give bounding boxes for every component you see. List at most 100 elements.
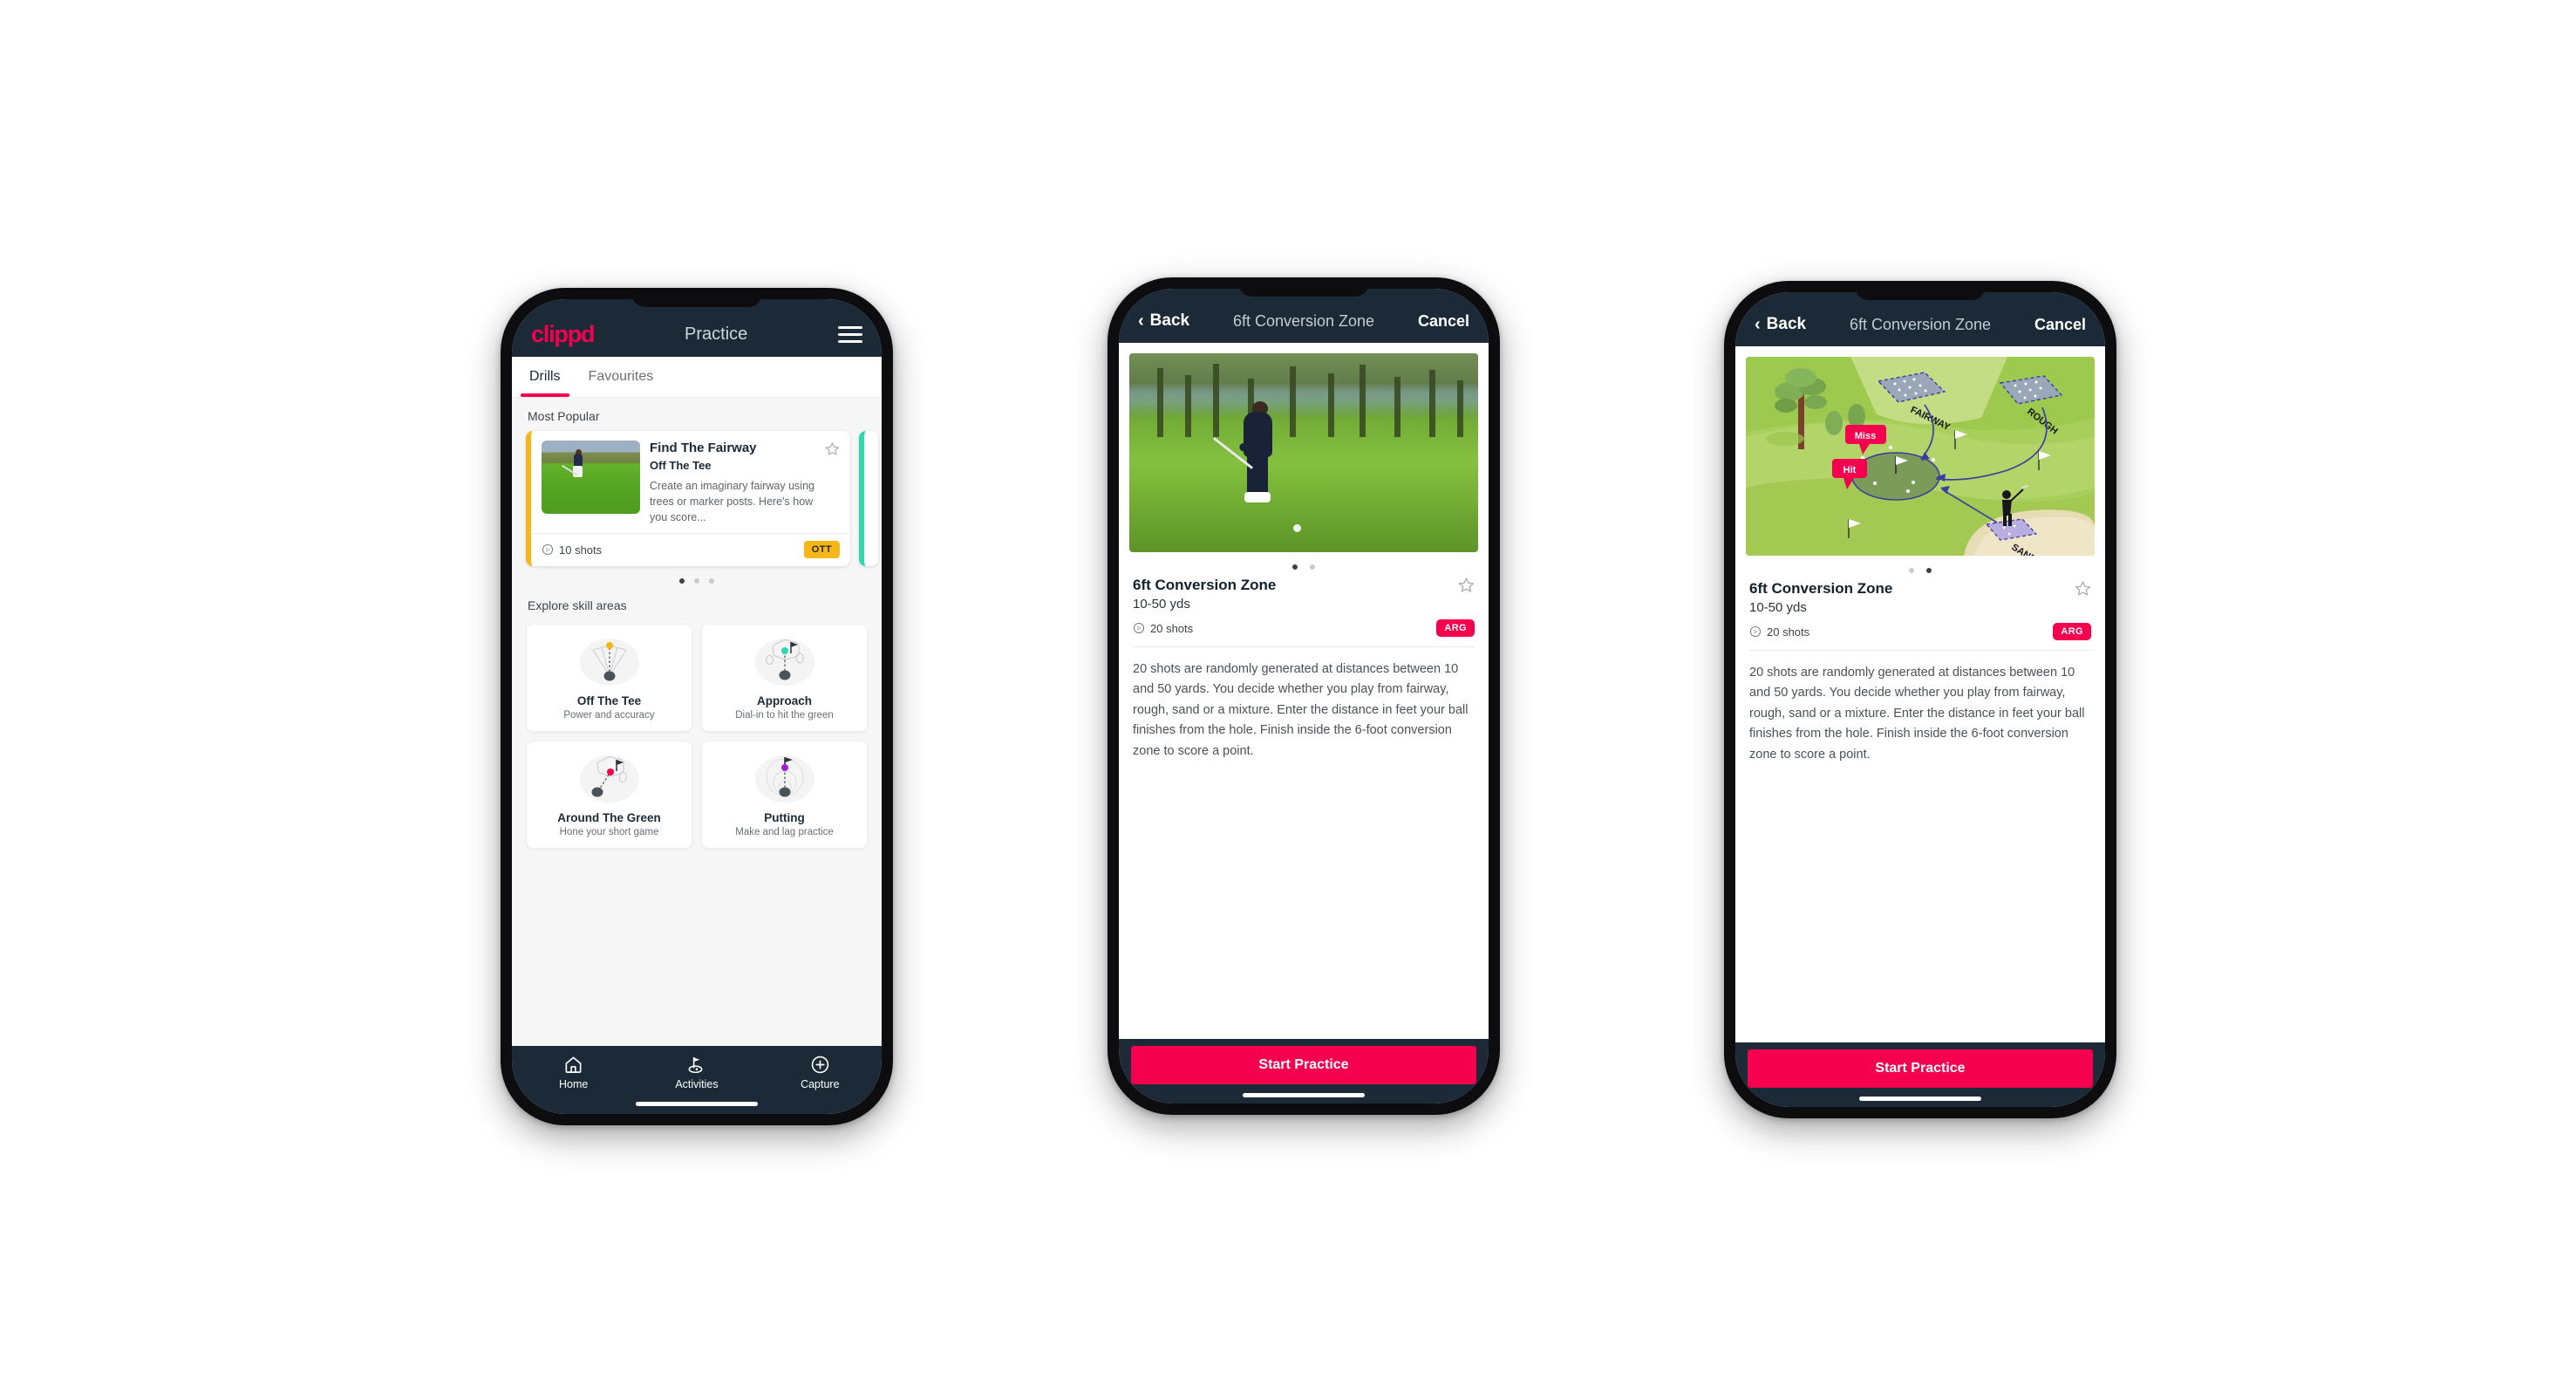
shots-count: 20 shots: [1749, 625, 1809, 639]
tab-home[interactable]: Home: [537, 1055, 610, 1090]
carousel-dots: [512, 566, 882, 587]
hamburger-icon[interactable]: [838, 325, 862, 343]
skill-badge-ott: OTT: [803, 541, 840, 559]
tab-label: Capture: [801, 1078, 840, 1090]
tab-label: Activities: [675, 1078, 719, 1090]
skill-desc: Power and accuracy: [563, 710, 655, 721]
back-label: Back: [1766, 315, 1807, 333]
drill-card[interactable]: Find The Fairway Off The Tee Create an i…: [526, 431, 850, 567]
shots-label: 20 shots: [1767, 625, 1810, 639]
detail-nav-bar: ‹ Back 6ft Conversion Zone Cancel: [1119, 289, 1489, 343]
back-button[interactable]: ‹ Back: [1138, 311, 1189, 331]
media-dot-1[interactable]: [1909, 568, 1914, 573]
golf-ball-icon: [1749, 625, 1762, 638]
skill-card-around-the-green[interactable]: Around The Green Hone your short game: [526, 741, 692, 850]
drill-title-row: 6ft Conversion Zone 10-50 yds: [1133, 577, 1475, 612]
detail-title: 6ft Conversion Zone: [1849, 315, 1992, 333]
star-outline-icon[interactable]: [1458, 577, 1475, 593]
drill-title-row: 6ft Conversion Zone 10-50 yds: [1749, 580, 2091, 615]
shots-label: 10 shots: [559, 543, 603, 557]
chip-around-green-icon: [534, 752, 685, 806]
svg-text:Hit: Hit: [1843, 465, 1857, 475]
shots-count: 20 shots: [1133, 622, 1193, 635]
drill-description: 20 shots are randomly generated at dista…: [1133, 662, 1469, 758]
golf-flag-icon: [689, 1056, 703, 1074]
star-outline-icon[interactable]: [825, 441, 840, 525]
media-carousel-dots: [1735, 556, 2105, 575]
app-header: clippd Practice: [512, 299, 882, 357]
detail-content: 6ft Conversion Zone 10-50 yds 20 shots A…: [1119, 343, 1489, 1039]
skill-card-putting[interactable]: Putting Make and lag practice: [701, 741, 868, 850]
drill-card-footer: 10 shots OTT: [531, 533, 850, 566]
most-popular-label: Most Popular: [528, 409, 600, 423]
phone-mockup-drill-detail-illustration: ‹ Back 6ft Conversion Zone Cancel FAIRWA…: [1724, 281, 2116, 1118]
plus-circle-icon: [811, 1056, 829, 1074]
media-dot-2[interactable]: [1310, 564, 1315, 570]
golfer-figure-icon: [561, 449, 585, 483]
drill-title: 6ft Conversion Zone: [1133, 577, 1277, 593]
drill-card-text: Find The Fairway Off The Tee Create an i…: [650, 441, 815, 525]
bottom-tab-bar: Home Activities Capture: [512, 1046, 882, 1114]
skill-desc: Dial-in to hit the green: [735, 710, 834, 721]
skill-name: Putting: [764, 811, 805, 825]
skill-badge-arg: ARG: [1436, 619, 1475, 637]
back-button[interactable]: ‹ Back: [1755, 315, 1806, 334]
skill-desc: Hone your short game: [559, 827, 659, 838]
explore-skill-areas-label: Explore skill areas: [528, 598, 627, 613]
practice-content: Most Popular Find The Fairway Off The Te…: [512, 398, 882, 1046]
tee-dispersion-icon: [534, 635, 685, 689]
carousel-dot-2[interactable]: [694, 578, 699, 584]
start-practice-button[interactable]: Start Practice: [1131, 1046, 1476, 1084]
drill-title: Find The Fairway: [650, 441, 757, 455]
screen-drill-detail-photo: ‹ Back 6ft Conversion Zone Cancel 6ft Co…: [1119, 289, 1489, 1103]
cancel-button[interactable]: Cancel: [2034, 316, 2086, 334]
chevron-left-icon: ‹: [1755, 315, 1761, 334]
cta-footer: Start Practice: [1119, 1039, 1489, 1103]
shots-label: 20 shots: [1150, 621, 1194, 635]
tree-line: [1129, 353, 1478, 437]
tab-activities[interactable]: Activities: [660, 1055, 733, 1090]
phone-mockup-drill-detail-photo: ‹ Back 6ft Conversion Zone Cancel 6ft Co…: [1107, 277, 1500, 1115]
golf-ball: [1293, 524, 1301, 533]
tab-favourites[interactable]: Favourites: [575, 357, 668, 397]
skill-card-approach[interactable]: Approach Dial-in to hit the green: [701, 624, 868, 733]
drill-stats-row: 20 shots ARG: [1133, 619, 1475, 637]
cancel-button[interactable]: Cancel: [1418, 312, 1469, 331]
home-indicator: [1859, 1097, 1981, 1101]
chevron-left-icon: ‹: [1138, 311, 1144, 331]
golf-ball-icon: [1133, 622, 1145, 634]
skill-card-off-the-tee[interactable]: Off The Tee Power and accuracy: [526, 624, 692, 733]
drill-title: 6ft Conversion Zone: [1749, 580, 1893, 597]
media-dot-1[interactable]: [1292, 564, 1298, 570]
tab-drills[interactable]: Drills: [515, 357, 575, 397]
drill-card-next-peek[interactable]: [859, 431, 878, 567]
skill-name: Off The Tee: [576, 694, 642, 708]
drill-distance: 10-50 yds: [1133, 597, 1190, 612]
hero-media-illustration[interactable]: FAIRWAY ROUGH SAND Miss Hit: [1746, 357, 2095, 556]
tab-capture[interactable]: Capture: [783, 1055, 856, 1090]
drill-stats-row: 20 shots ARG: [1749, 623, 2091, 640]
cta-footer: Start Practice: [1735, 1042, 2105, 1107]
home-indicator: [1243, 1093, 1365, 1097]
putting-rings-icon: [709, 752, 860, 806]
carousel-dot-1[interactable]: [679, 578, 685, 584]
skill-name: Approach: [756, 694, 812, 708]
carousel-dot-3[interactable]: [709, 578, 714, 584]
drill-description: Create an imaginary fairway using trees …: [650, 480, 814, 524]
phone-mockup-practice-list: clippd Practice Drills Favourites Most P…: [501, 288, 893, 1125]
star-outline-icon[interactable]: [2075, 580, 2091, 597]
golf-ball-icon: [542, 544, 554, 556]
screen-practice-list: clippd Practice Drills Favourites Most P…: [512, 299, 882, 1114]
page-title: Practice: [685, 324, 748, 344]
drill-card-top: Find The Fairway Off The Tee Create an i…: [531, 431, 850, 533]
hero-media-photo[interactable]: [1129, 353, 1478, 552]
start-practice-button[interactable]: Start Practice: [1748, 1049, 2093, 1088]
drill-category: Off The Tee: [650, 459, 712, 472]
drill-thumbnail: [542, 441, 640, 514]
media-dot-2[interactable]: [1926, 568, 1932, 573]
drill-carousel[interactable]: Find The Fairway Off The Tee Create an i…: [512, 431, 882, 567]
home-indicator: [636, 1102, 758, 1106]
detail-title: 6ft Conversion Zone: [1232, 311, 1375, 330]
golf-course-diagram: FAIRWAY ROUGH SAND Miss Hit: [1746, 357, 2095, 556]
drill-description: 20 shots are randomly generated at dista…: [1749, 666, 2085, 762]
